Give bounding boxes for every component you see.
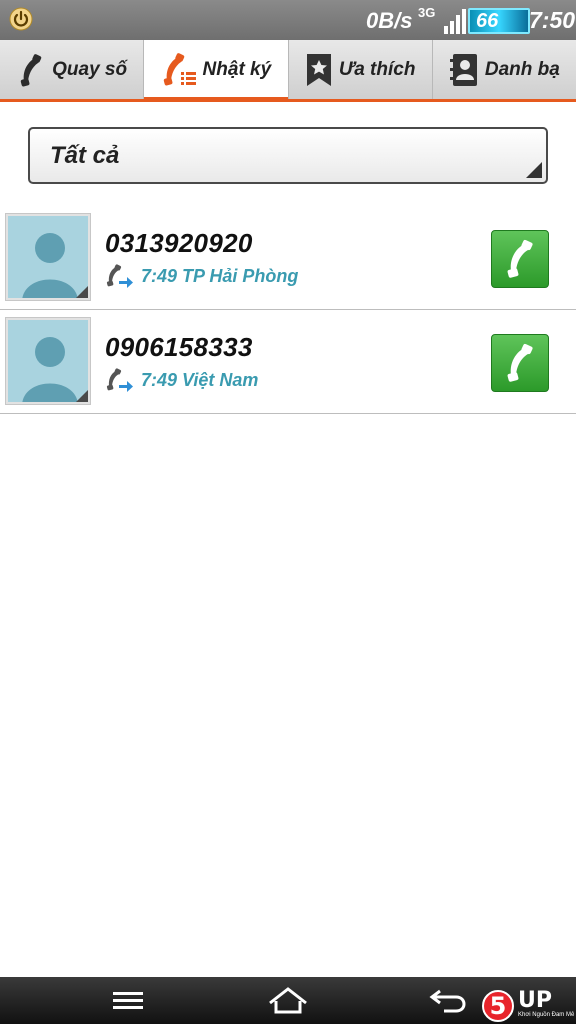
clock: 7:50 [529,7,576,33]
call-time-location: 7:49 TP Hải Phòng [141,265,299,286]
call-back-button[interactable] [491,334,549,392]
dropdown-arrow-icon [526,162,542,178]
call-number: 0906158333 [105,332,253,362]
person-placeholder-icon [22,233,88,298]
network-speed: 0B/s [366,8,413,33]
call-back-button[interactable] [491,230,549,288]
watermark-logo: 5 UP Khơi Nguồn Đam Mê [482,988,575,1024]
call-log-icon [163,52,196,85]
favorites-icon [306,53,331,86]
call-number: 0313920920 [105,228,253,258]
phone-icon [507,343,533,382]
call-filter-value: Tất cả [50,142,120,169]
battery-level: 66 [476,10,499,32]
call-log-row[interactable]: 0313920920 7:49 TP Hải Phòng [0,206,576,310]
watermark-tagline: Khơi Nguồn Đam Mê [518,1012,575,1018]
contacts-icon [449,53,477,86]
back-icon[interactable] [428,985,468,1015]
status-bar: 0B/s 3G 66 7:50 [0,0,576,40]
tab-call-log-label: Nhật ký [202,58,272,80]
tab-favorites-label: Ưa thích [338,58,416,80]
network-type: 3G [418,5,436,20]
home-icon[interactable] [266,985,310,1015]
watermark-logo-text: UP [518,988,552,1013]
phone-icon [20,53,42,86]
tab-contacts-label: Danh bạ [484,58,560,80]
call-meta: 7:49 TP Hải Phòng [105,264,298,288]
call-log-row[interactable]: 0906158333 7:49 Việt Nam [0,310,576,414]
person-placeholder-icon [22,337,88,402]
tab-bar: Quay số Nhật ký Ưa thích Danh bạ [0,40,576,102]
power-icon [9,7,33,31]
tab-contacts[interactable]: Danh bạ [433,40,576,99]
call-time-location: 7:49 Việt Nam [141,369,259,390]
call-log-list: 0313920920 7:49 TP Hải Phòng 0906158333 … [0,206,576,414]
battery-icon: 66 [468,8,530,34]
tab-dialer[interactable]: Quay số [0,40,145,99]
call-meta: 7:49 Việt Nam [105,368,258,392]
signal-icon [444,9,466,34]
outgoing-call-icon [106,264,133,288]
tab-dialer-label: Quay số [52,58,128,80]
tab-favorites[interactable]: Ưa thích [289,40,433,99]
avatar[interactable] [6,318,90,404]
menu-icon[interactable] [111,985,145,1015]
watermark-logo-mark: 5 [482,990,514,1022]
phone-icon [507,239,533,278]
outgoing-call-icon [106,368,133,392]
call-filter-dropdown[interactable]: Tất cả [28,127,548,184]
tab-call-log[interactable]: Nhật ký [144,40,289,102]
avatar[interactable] [6,214,90,300]
